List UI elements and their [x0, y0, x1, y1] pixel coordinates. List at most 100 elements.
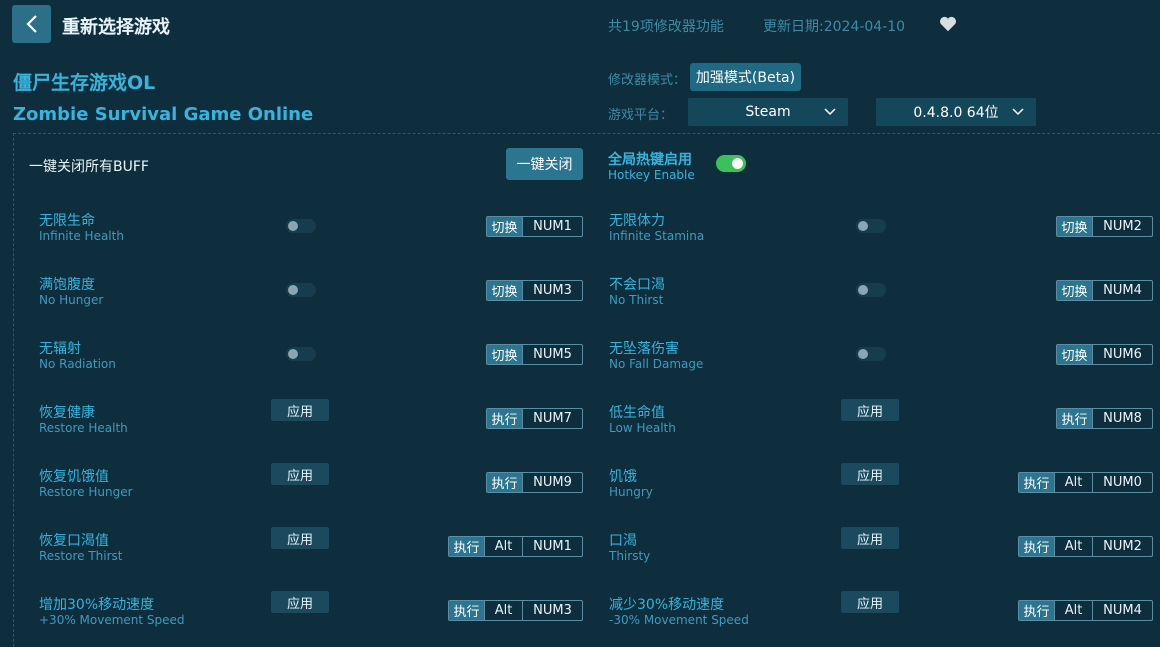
heart-icon[interactable] — [939, 15, 957, 33]
cheat-name-cn: 无辐射 — [39, 341, 81, 357]
cheat-toggle[interactable] — [286, 219, 316, 233]
cheat-name-en: No Radiation — [39, 357, 116, 371]
hotkey-key: NUM8 — [1092, 409, 1152, 428]
hotkey-key: NUM7 — [522, 409, 582, 428]
cheat-name-cn: 不会口渴 — [609, 277, 665, 293]
cheat-name-cn: 恢复健康 — [39, 405, 95, 421]
hotkey-combo[interactable]: 切换 NUM6 — [1056, 344, 1153, 365]
hotkey-combo[interactable]: 切换 NUM4 — [1056, 280, 1153, 301]
hotkey-key: Alt — [1054, 537, 1092, 556]
cheat-name-en: No Thirst — [609, 293, 664, 307]
back-button[interactable] — [12, 5, 51, 43]
update-date: 更新日期:2024-04-10 — [763, 19, 906, 35]
hotkey-combo[interactable]: 切换 NUM5 — [486, 344, 583, 365]
hotkey-key: NUM2 — [1092, 217, 1152, 236]
cheat-name-cn: 满饱腹度 — [39, 277, 95, 293]
apply-button[interactable]: 应用 — [841, 527, 899, 549]
hotkey-combo[interactable]: 执行 Alt NUM0 — [1018, 472, 1153, 493]
cheat-name-cn: 低生命值 — [609, 405, 665, 421]
apply-button[interactable]: 应用 — [841, 591, 899, 613]
page-title: 重新选择游戏 — [62, 17, 170, 38]
hotkey-key: NUM3 — [522, 281, 582, 300]
hotkey-combo[interactable]: 切换 NUM3 — [486, 280, 583, 301]
apply-button[interactable]: 应用 — [841, 399, 899, 421]
apply-button[interactable]: 应用 — [271, 527, 329, 549]
hotkey-combo[interactable]: 执行 NUM9 — [486, 472, 583, 493]
hotkey-combo[interactable]: 切换 NUM2 — [1056, 216, 1153, 237]
hotkey-key: NUM9 — [522, 473, 582, 492]
hotkey-key: NUM2 — [1092, 537, 1152, 556]
apply-button[interactable]: 应用 — [841, 463, 899, 485]
cheat-toggle[interactable] — [856, 219, 886, 233]
hotkey-combo[interactable]: 执行 Alt NUM4 — [1018, 600, 1153, 621]
version-select[interactable]: 0.4.8.0 64位 — [876, 98, 1036, 126]
cheat-panel — [13, 133, 1160, 647]
cheat-name-cn: 增加30%移动速度 — [39, 597, 155, 613]
hotkey-key: NUM4 — [1092, 281, 1152, 300]
hotkey-combo[interactable]: 执行 NUM8 — [1056, 408, 1153, 429]
cheat-name-en: Low Health — [609, 421, 676, 435]
feature-count: 共19项修改器功能 — [608, 19, 724, 35]
hotkey-key: NUM0 — [1092, 473, 1152, 492]
hotkey-combo[interactable]: 执行 NUM7 — [486, 408, 583, 429]
apply-button[interactable]: 应用 — [271, 591, 329, 613]
hotkey-toggle[interactable] — [716, 155, 746, 172]
hotkey-key: NUM6 — [1092, 345, 1152, 364]
cheat-name-en: No Hunger — [39, 293, 104, 307]
cheat-name-en: +30% Movement Speed — [39, 613, 185, 627]
cheat-toggle[interactable] — [856, 283, 886, 297]
cheat-name-en: Restore Health — [39, 421, 128, 435]
hotkey-key: Alt — [484, 601, 522, 620]
hotkey-key: NUM1 — [522, 217, 582, 236]
hotkey-combo[interactable]: 切换 NUM1 — [486, 216, 583, 237]
hotkey-label-cn: 全局热键启用 — [608, 152, 692, 168]
version-value: 0.4.8.0 64位 — [913, 105, 999, 121]
hotkey-key: Alt — [1054, 473, 1092, 492]
hotkey-key: NUM3 — [522, 601, 582, 620]
cheat-name-en: Restore Hunger — [39, 485, 133, 499]
hotkey-action: 切换 — [487, 345, 522, 364]
chevron-down-icon — [1012, 108, 1024, 116]
platform-select[interactable]: Steam — [688, 98, 848, 126]
cheat-name-en: No Fall Damage — [609, 357, 704, 371]
cheat-name-en: Restore Thirst — [39, 549, 123, 563]
game-title-cn: 僵尸生存游戏OL — [13, 72, 156, 94]
cheat-name-cn: 无限生命 — [39, 213, 95, 229]
cheat-name-cn: 恢复饥饿值 — [39, 469, 109, 485]
hotkey-combo[interactable]: 执行 Alt NUM3 — [448, 600, 583, 621]
hotkey-action: 执行 — [1019, 601, 1054, 620]
platform-label: 游戏平台： — [608, 108, 674, 123]
apply-button[interactable]: 应用 — [271, 463, 329, 485]
game-title-en: Zombie Survival Game Online — [13, 104, 314, 125]
mode-label: 修改器模式： — [608, 73, 687, 88]
cheat-name-cn: 无限体力 — [609, 213, 665, 229]
cheat-toggle[interactable] — [286, 347, 316, 361]
hotkey-action: 切换 — [487, 217, 522, 236]
cheat-name-cn: 减少30%移动速度 — [609, 597, 725, 613]
hotkey-action: 执行 — [1019, 537, 1054, 556]
hotkey-key: NUM4 — [1092, 601, 1152, 620]
hotkey-action: 执行 — [487, 409, 522, 428]
cheat-name-en: Thirsty — [609, 549, 651, 563]
hotkey-action: 执行 — [449, 537, 484, 556]
disable-all-label: 一键关闭所有BUFF — [29, 159, 149, 175]
cheat-name-en: Hungry — [609, 485, 653, 499]
platform-value: Steam — [745, 104, 791, 120]
cheat-toggle[interactable] — [286, 283, 316, 297]
cheat-name-cn: 口渴 — [609, 533, 637, 549]
hotkey-key: NUM1 — [522, 537, 582, 556]
hotkey-combo[interactable]: 执行 Alt NUM1 — [448, 536, 583, 557]
cheat-name-en: -30% Movement Speed — [609, 613, 749, 627]
hotkey-action: 执行 — [487, 473, 522, 492]
chevron-down-icon — [824, 108, 836, 116]
hotkey-action: 执行 — [1057, 409, 1092, 428]
apply-button[interactable]: 应用 — [271, 399, 329, 421]
hotkey-key: NUM5 — [522, 345, 582, 364]
hotkey-label-en: Hotkey Enable — [608, 168, 695, 182]
cheat-name-en: Infinite Health — [39, 229, 124, 243]
mode-button[interactable]: 加强模式(Beta) — [690, 63, 801, 91]
hotkey-action: 切换 — [1057, 281, 1092, 300]
disable-all-button[interactable]: 一键关闭 — [506, 148, 583, 180]
hotkey-combo[interactable]: 执行 Alt NUM2 — [1018, 536, 1153, 557]
cheat-toggle[interactable] — [856, 347, 886, 361]
